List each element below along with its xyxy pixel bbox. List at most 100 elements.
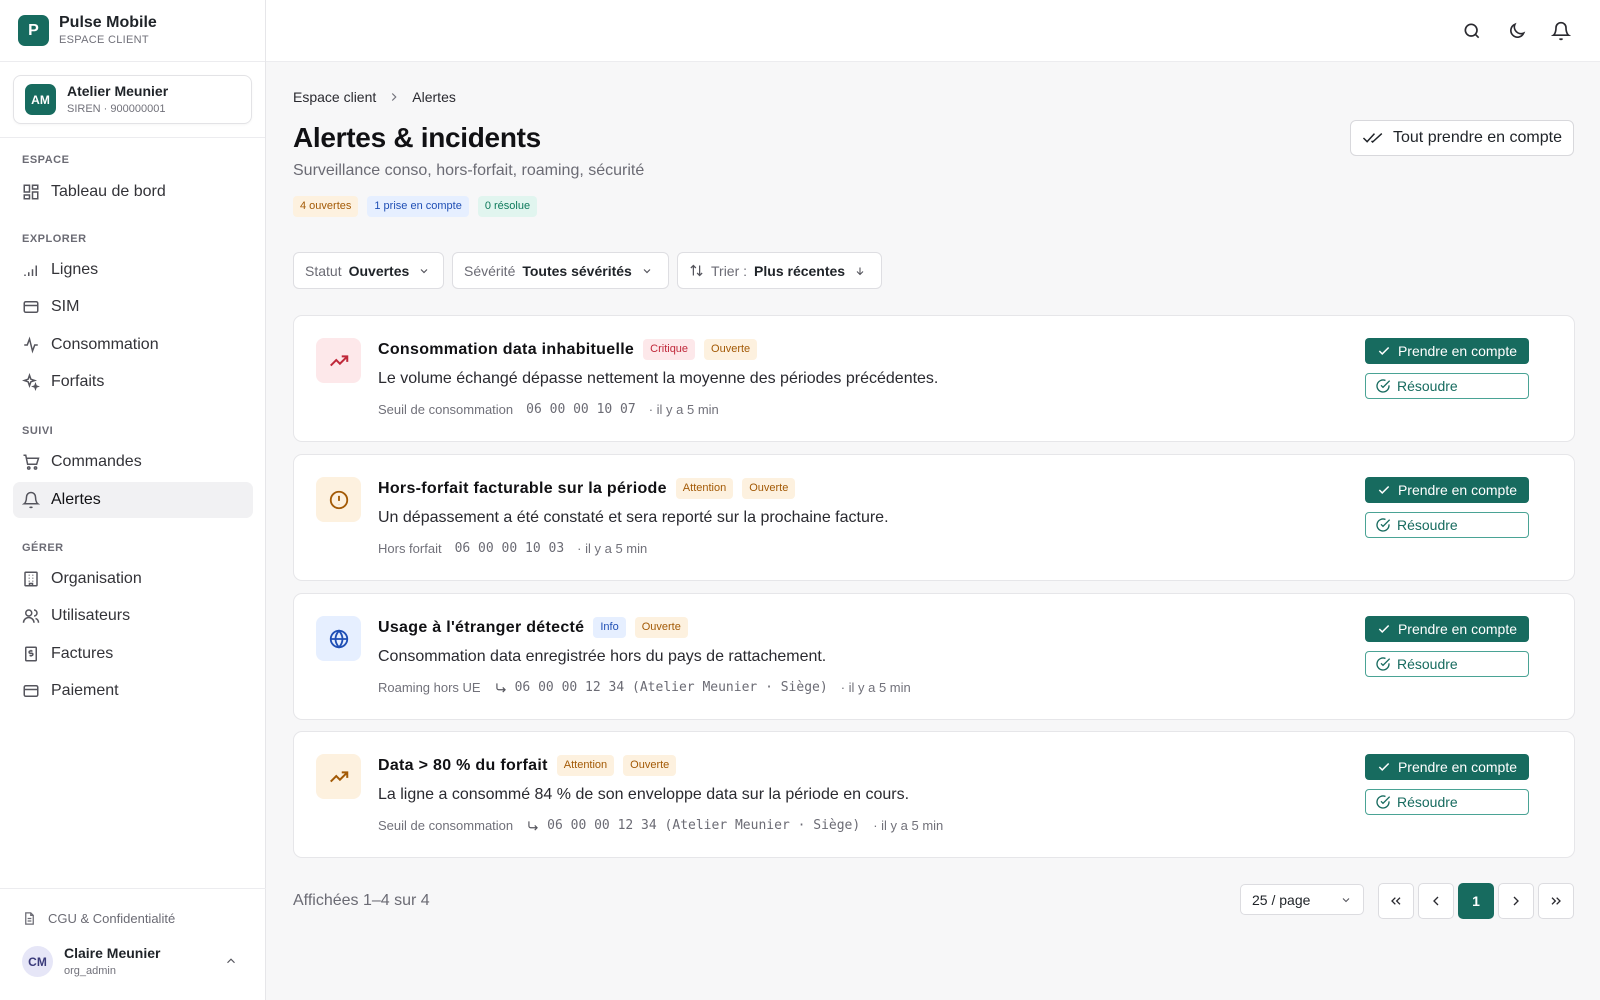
acknowledge-label: Prendre en compte xyxy=(1397,343,1518,359)
alert-icon-badge xyxy=(316,338,361,383)
sort-value: Plus récentes xyxy=(754,262,846,279)
sidebar-item-label: Forfaits xyxy=(51,373,105,390)
check-icon xyxy=(1378,624,1390,633)
acknowledge-label: Prendre en compte xyxy=(1397,621,1518,637)
alert-meta: Roaming hors UE 06 00 00 12 34 (Atelier … xyxy=(378,680,911,695)
severity-badge: Attention xyxy=(556,755,615,776)
app-subtitle: ESPACE CLIENT xyxy=(59,34,149,46)
search-icon[interactable] xyxy=(1462,21,1482,41)
alert-description: La ligne a consommé 84 % de son envelopp… xyxy=(378,786,910,803)
sort-select[interactable]: Trier : Plus récentes xyxy=(677,252,882,289)
acknowledge-button[interactable]: Prendre en compte xyxy=(1365,338,1529,364)
cgu-link[interactable]: CGU & Confidentialité xyxy=(22,911,175,926)
arrow-down-icon xyxy=(856,267,864,275)
double-check-icon xyxy=(1362,133,1383,144)
status-filter[interactable]: Statut Ouvertes xyxy=(293,252,444,289)
alert-time: · il y a 5 min xyxy=(840,680,911,695)
brand-logo: P xyxy=(18,15,49,46)
resolve-label: Résoudre xyxy=(1397,656,1458,672)
line-number[interactable]: 06 00 00 10 07 xyxy=(526,402,636,417)
prev-page-button[interactable] xyxy=(1418,883,1454,919)
sidebar-item-commandes[interactable]: Commandes xyxy=(13,444,253,480)
breadcrumb-root[interactable]: Espace client xyxy=(293,89,376,105)
moon-icon[interactable] xyxy=(1507,21,1527,41)
last-page-button[interactable] xyxy=(1538,883,1574,919)
sidebar-item-label: Commandes xyxy=(51,453,142,470)
acknowledge-button[interactable]: Prendre en compte xyxy=(1365,754,1529,780)
alert-title: Hors-forfait facturable sur la période xyxy=(378,479,667,497)
user-menu[interactable]: CM Claire Meunier org_admin xyxy=(22,946,246,977)
sidebar-item-factures[interactable]: Factures xyxy=(13,636,253,672)
sidebar-item-consommation[interactable]: Consommation xyxy=(13,327,253,363)
check-circle-icon xyxy=(1376,518,1391,532)
line-number[interactable]: 06 00 00 10 03 xyxy=(455,541,565,556)
status-filter-value: Ouvertes xyxy=(348,262,410,279)
sparkles-icon xyxy=(22,373,40,391)
sidebar-item-alertes[interactable]: Alertes xyxy=(13,482,253,518)
resolve-button[interactable]: Résoudre xyxy=(1365,373,1529,399)
alert-card: Usage à l'étranger détecté Info Ouverte … xyxy=(293,593,1575,720)
alert-meta: Hors forfait 06 00 00 10 03 · il y a 5 m… xyxy=(378,541,647,556)
activity-icon xyxy=(24,336,38,354)
sidebar-item-dashboard[interactable]: Tableau de bord xyxy=(13,174,253,210)
alert-meta: Seuil de consommation 06 00 00 10 07 · i… xyxy=(378,402,719,417)
breadcrumb-current: Alertes xyxy=(412,89,456,105)
status-badge: Ouverte xyxy=(742,478,796,499)
alert-icon-badge xyxy=(316,477,361,522)
page-button-current[interactable]: 1 xyxy=(1458,883,1494,919)
resolve-label: Résoudre xyxy=(1397,378,1458,394)
sidebar-item-utilisateurs[interactable]: Utilisateurs xyxy=(13,598,253,634)
first-page-button[interactable] xyxy=(1378,883,1414,919)
resolve-button[interactable]: Résoudre xyxy=(1365,789,1529,815)
acknowledge-button[interactable]: Prendre en compte xyxy=(1365,477,1529,503)
next-page-button[interactable] xyxy=(1498,883,1534,919)
bell-icon xyxy=(22,491,40,509)
severity-filter[interactable]: Sévérité Toutes sévérités xyxy=(452,252,669,289)
resolve-label: Résoudre xyxy=(1397,794,1458,810)
nav-section-gerer: GÉRER xyxy=(22,542,64,554)
alert-type: Seuil de consommation xyxy=(378,402,514,417)
brand[interactable]: P Pulse Mobile ESPACE CLIENT xyxy=(0,0,265,62)
status-badge: Ouverte xyxy=(704,339,758,360)
severity-filter-value: Toutes sévérités xyxy=(522,262,632,279)
sidebar-item-paiement[interactable]: Paiement xyxy=(13,673,253,709)
page-size-select[interactable]: 25 / page xyxy=(1240,884,1364,915)
sort-arrows-icon xyxy=(690,264,703,277)
sim-card-icon xyxy=(23,301,39,313)
sidebar-item-organisation[interactable]: Organisation xyxy=(13,561,253,597)
signal-bars-icon xyxy=(24,265,37,276)
sidebar-item-lignes[interactable]: Lignes xyxy=(13,252,253,288)
trending-up-icon xyxy=(329,354,348,366)
status-badge-acknowledged: 1 prise en compte xyxy=(367,196,469,217)
status-summary: 4 ouvertes 1 prise en compte 0 résolue xyxy=(293,196,546,217)
sidebar-item-sim[interactable]: SIM xyxy=(13,289,253,325)
acknowledge-label: Prendre en compte xyxy=(1397,759,1518,775)
alert-title-row: Usage à l'étranger détecté Info Ouverte xyxy=(378,617,688,638)
alert-title: Consommation data inhabituelle xyxy=(378,340,635,358)
acknowledge-label: Prendre en compte xyxy=(1397,482,1518,498)
sidebar-item-label: Lignes xyxy=(51,261,99,278)
document-icon xyxy=(25,912,34,925)
alert-meta: Seuil de consommation 06 00 00 12 34 (At… xyxy=(378,818,943,833)
org-switcher[interactable]: AM Atelier Meunier SIREN · 900000001 xyxy=(13,75,252,124)
alert-card: Data > 80 % du forfait Attention Ouverte… xyxy=(293,731,1575,858)
corner-down-right-icon xyxy=(495,682,506,692)
page-subtitle: Surveillance conso, hors-forfait, roamin… xyxy=(293,162,645,179)
acknowledge-all-button[interactable]: Tout prendre en compte xyxy=(1350,120,1574,156)
sidebar-item-label: Consommation xyxy=(51,336,159,353)
line-number[interactable]: 06 00 00 12 34 (Atelier Meunier · Siège) xyxy=(515,680,828,695)
alert-title-row: Consommation data inhabituelle Critique … xyxy=(378,339,758,360)
status-badge-resolved: 0 résolue xyxy=(477,196,538,217)
sidebar-item-label: Utilisateurs xyxy=(51,607,131,624)
resolve-button[interactable]: Résoudre xyxy=(1365,651,1529,677)
line-number[interactable]: 06 00 00 12 34 (Atelier Meunier · Siège) xyxy=(547,818,860,833)
bell-icon[interactable] xyxy=(1551,21,1571,41)
user-role: org_admin xyxy=(64,965,116,977)
trending-up-icon xyxy=(329,770,348,782)
sidebar-item-forfaits[interactable]: Forfaits xyxy=(13,364,253,400)
acknowledge-button[interactable]: Prendre en compte xyxy=(1365,616,1529,642)
sidebar-item-label: Paiement xyxy=(51,682,119,699)
alert-card: Hors-forfait facturable sur la période A… xyxy=(293,454,1575,581)
sidebar-item-label: Factures xyxy=(51,645,114,662)
resolve-button[interactable]: Résoudre xyxy=(1365,512,1529,538)
